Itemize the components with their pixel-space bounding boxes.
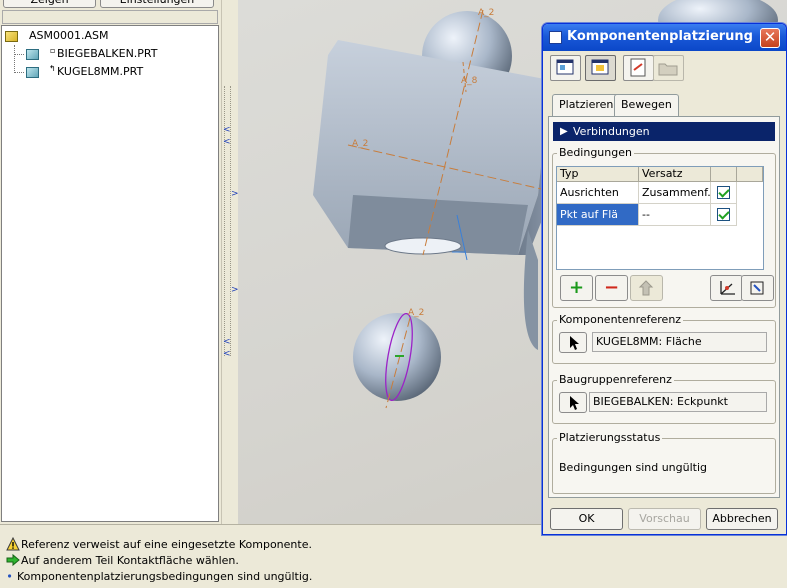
dialog-title: Komponentenplatzierung [567, 29, 753, 44]
warning-icon [6, 537, 20, 551]
tab-settings[interactable]: Einstellungen [100, 0, 214, 8]
axes-icon [720, 281, 735, 295]
triangle-right-icon: ▶ [560, 126, 568, 137]
column-header-offset[interactable]: Versatz [639, 167, 711, 182]
column-header-empty [737, 167, 763, 182]
show-component-button[interactable] [623, 55, 654, 81]
tree-connector [14, 72, 24, 73]
window-icon [549, 31, 562, 44]
coordinate-system-button[interactable] [710, 275, 743, 301]
chevron-left-icon[interactable]: < [223, 126, 231, 135]
message-line: Auf anderem Teil Kontaktfläche wählen. [6, 553, 239, 569]
component-marker-icon: ↰ [49, 64, 56, 73]
assembly-reference-group: Baugruppenreferenz BIEGEBALKEN: Eckpunkt [552, 373, 776, 424]
constraint-check-cell [711, 204, 737, 226]
axis-label: A_2 [478, 8, 494, 18]
document-arrow-icon [630, 58, 646, 77]
select-assembly-reference-button[interactable] [559, 392, 587, 413]
component-reference-group: Komponentenreferenz KUGEL8MM: Fläche [552, 313, 776, 364]
axis-label: A_8 [461, 76, 478, 86]
tab-place[interactable]: Platzieren [552, 94, 621, 116]
enabled-checkbox[interactable] [717, 186, 730, 199]
tree-item-label: ASM0001.ASM [29, 29, 109, 42]
group-title: Baugruppenreferenz [557, 373, 674, 386]
chevron-left-icon[interactable]: < [223, 338, 231, 347]
enabled-checkbox[interactable] [717, 208, 730, 221]
constraint-type-cell[interactable]: Pkt auf Flä [557, 204, 639, 226]
panel-splitter[interactable]: < < > > < < [221, 0, 239, 524]
tab-show[interactable]: Zeigen [3, 0, 96, 8]
plus-icon: + [568, 277, 585, 298]
dialog-titlebar[interactable]: Komponentenplatzierung ✕ [543, 24, 786, 51]
remove-constraint-button[interactable]: − [595, 275, 628, 301]
tree-connector [14, 54, 24, 55]
constraints-table: Typ Versatz Ausrichten Zusammenf... Pkt … [556, 166, 764, 270]
message-text: Komponentenplatzierungsbedingungen sind … [17, 570, 313, 583]
minus-icon: − [603, 277, 620, 298]
message-line: Referenz verweist auf eine eingesetzte K… [6, 537, 312, 553]
part-icon [26, 49, 39, 60]
cursor-arrow-icon [570, 336, 579, 350]
arrow-up-icon [638, 280, 654, 296]
model-tree: ASM0001.ASM ▫ BIEGEBALKEN.PRT ↰ KUGEL8MM… [1, 25, 219, 522]
column-header-type[interactable]: Typ [557, 167, 639, 182]
arrow-right-icon [6, 553, 20, 567]
datum-button[interactable] [741, 275, 774, 301]
group-title: Platzierungsstatus [557, 431, 663, 444]
folder-icon [658, 63, 678, 76]
part-icon [26, 67, 39, 78]
add-constraint-button[interactable]: + [560, 275, 593, 301]
column-header-check[interactable] [711, 167, 737, 182]
message-text: Auf anderem Teil Kontaktfläche wählen. [21, 554, 239, 567]
separate-window-button[interactable] [585, 55, 616, 81]
placement-status-text: Bedingungen sind ungültig [559, 461, 708, 474]
tab-label: Platzieren [559, 98, 614, 111]
constraints-group: Bedingungen Typ Versatz Ausrichten Zusam… [552, 146, 776, 308]
component-reference-field[interactable]: KUGEL8MM: Fläche [592, 332, 767, 352]
axis-label: A_2 [352, 139, 368, 149]
placement-status-group: Platzierungsstatus Bedingungen sind ungü… [552, 431, 776, 494]
preview-button[interactable]: Vorschau [628, 508, 701, 530]
assembly-reference-field[interactable]: BIEGEBALKEN: Eckpunkt [589, 392, 767, 412]
tree-item-label: KUGEL8MM.PRT [57, 65, 144, 78]
component-placement-dialog: Komponentenplatzierung ✕ Platzieren Bewe… [542, 23, 787, 535]
tab-move[interactable]: Bewegen [614, 94, 679, 116]
assembly-icon [5, 31, 18, 42]
axis-label: A_2 [408, 308, 424, 318]
window-icon [591, 59, 609, 75]
model-tree-panel: Zeigen Einstellungen ASM0001.ASM ▫ BIEGE… [0, 0, 222, 524]
message-line: Komponentenplatzierungsbedingungen sind … [6, 569, 312, 585]
tree-item-label: BIEGEBALKEN.PRT [57, 47, 158, 60]
connections-label: Verbindungen [573, 125, 650, 138]
move-up-button[interactable] [630, 275, 663, 301]
place-tab-page: ▶ Verbindungen Bedingungen Typ Versatz A… [548, 116, 780, 498]
component-marker-icon: ▫ [50, 46, 56, 55]
constraint-window-icon [556, 59, 574, 75]
message-text: Referenz verweist auf eine eingesetzte K… [21, 538, 312, 551]
datum-icon [750, 281, 764, 295]
tree-header [2, 10, 218, 24]
constraint-offset-cell[interactable]: -- [639, 204, 711, 226]
group-title: Komponentenreferenz [557, 313, 684, 326]
tree-connector [14, 45, 15, 73]
constraint-type-cell[interactable]: Ausrichten [557, 182, 639, 204]
beam-hole [384, 237, 462, 255]
user-defined-set-button[interactable] [550, 55, 581, 81]
close-button[interactable]: ✕ [760, 28, 780, 48]
constraint-offset-cell[interactable]: Zusammenf... [639, 182, 711, 204]
bullet-icon [8, 574, 12, 578]
cancel-button[interactable]: Abbrechen [706, 508, 778, 530]
connections-header[interactable]: ▶ Verbindungen [553, 122, 775, 141]
chevron-left-icon[interactable]: < [223, 350, 231, 359]
select-component-reference-button[interactable] [559, 332, 587, 353]
ok-button[interactable]: OK [550, 508, 623, 530]
folder-button[interactable] [653, 55, 684, 81]
tab-label: Bewegen [621, 98, 672, 111]
group-title: Bedingungen [557, 146, 634, 159]
constraint-check-cell [711, 182, 737, 204]
cursor-arrow-icon [570, 396, 579, 410]
chevron-left-icon[interactable]: < [223, 138, 231, 147]
